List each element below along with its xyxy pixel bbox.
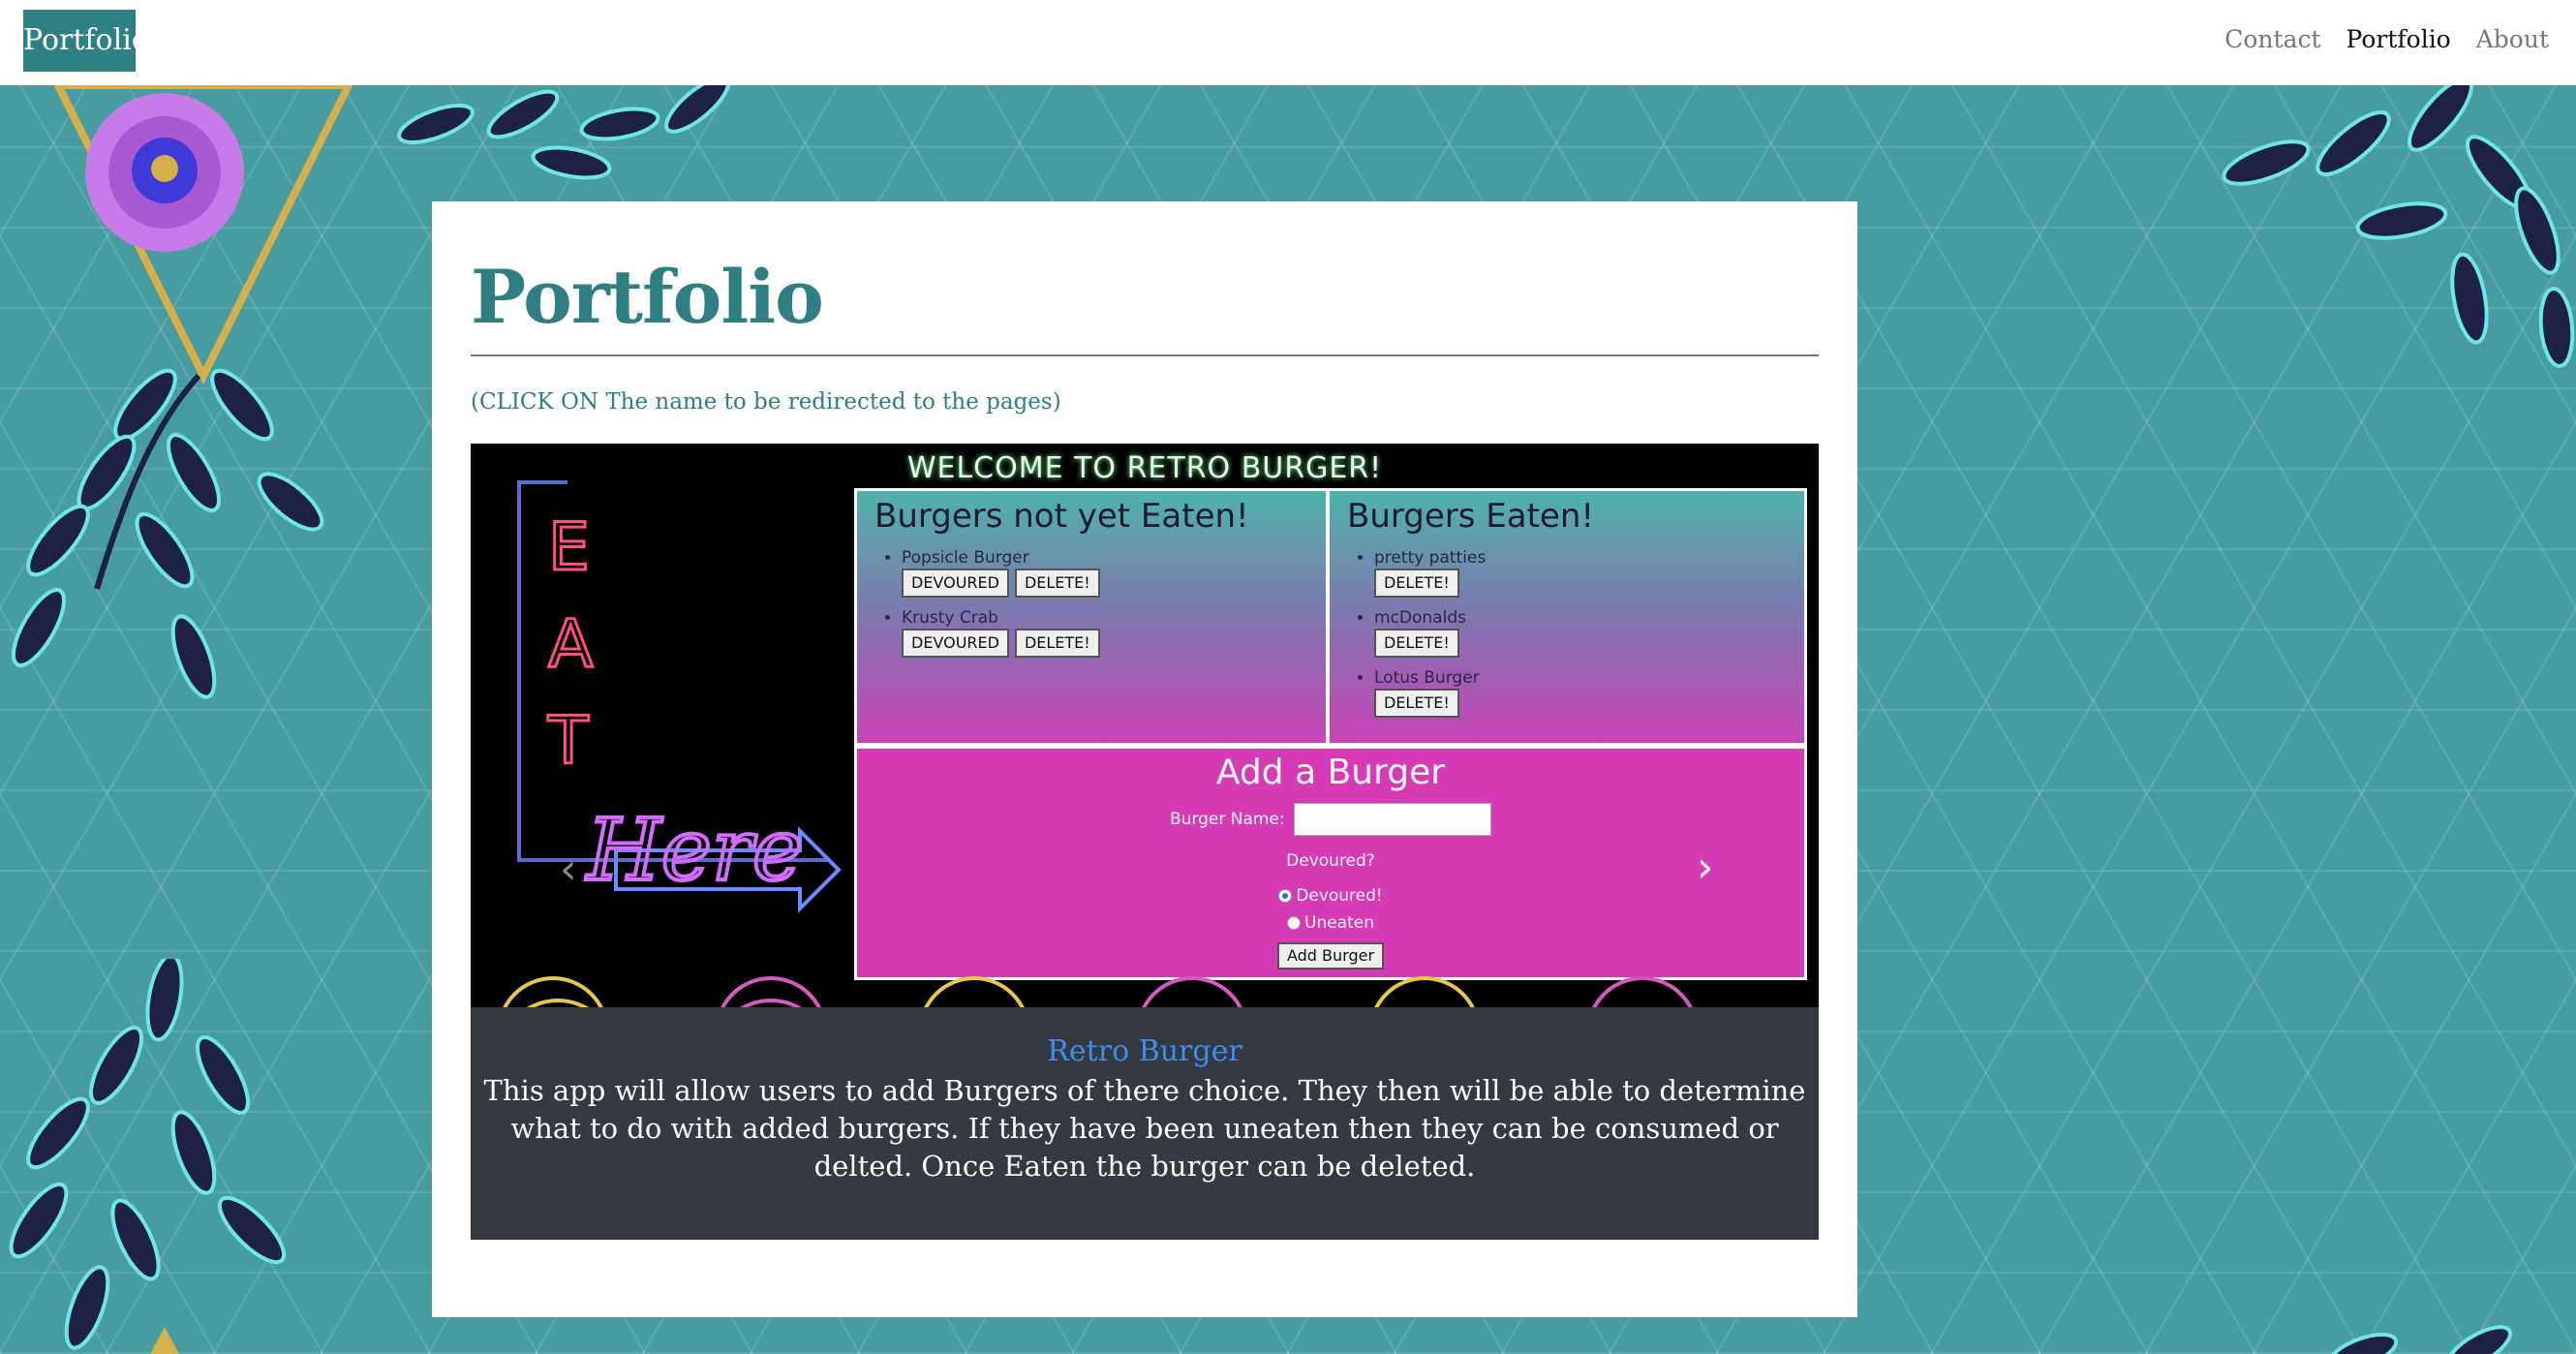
burger-name-row: Burger Name:	[857, 803, 1804, 836]
submit-row: Add Burger	[857, 942, 1804, 969]
delete-button[interactable]: DELETE!	[1374, 569, 1459, 598]
radio-devoured-label: Devoured!	[1296, 886, 1383, 906]
list-item: mcDonalds DELETE!	[1374, 607, 1486, 665]
add-burger-panel: Add a Burger Burger Name: Devoured? Devo…	[854, 746, 1807, 980]
page-title: Portfolio	[471, 254, 824, 340]
list-item: pretty patties DELETE!	[1374, 547, 1486, 605]
instructions-text: (CLICK ON The name to be redirected to t…	[471, 389, 1061, 415]
chevron-left-icon[interactable]: ‹	[560, 848, 577, 891]
list-item: Popsicle Burger DEVOURED DELETE!	[902, 547, 1100, 605]
radio-uneaten[interactable]	[1287, 916, 1301, 930]
project-description: This app will allow users to add Burgers…	[483, 1074, 1806, 1183]
neon-script-here: Here	[585, 800, 803, 900]
burger-name-label: Burger Name:	[1169, 810, 1285, 829]
list-item: Krusty Crab DEVOURED DELETE!	[902, 607, 1100, 665]
burger-name: Lotus Burger	[1374, 668, 1480, 688]
not-eaten-panel: Burgers not yet Eaten! Popsicle Burger D…	[854, 488, 1329, 746]
brand-logo-link[interactable]: Portfolio	[23, 10, 136, 72]
radio-devoured-row[interactable]: Devoured!	[857, 886, 1804, 906]
radio-uneaten-row[interactable]: Uneaten	[857, 913, 1804, 933]
devoured-question: Devoured?	[1286, 851, 1375, 871]
add-burger-button[interactable]: Add Burger	[1276, 942, 1385, 969]
top-navbar: Portfolio Contact Portfolio About	[0, 0, 2576, 85]
chevron-right-icon[interactable]: ›	[1697, 846, 1714, 889]
not-eaten-list: Popsicle Burger DEVOURED DELETE! Krusty …	[902, 547, 1100, 667]
burger-name: Popsicle Burger	[902, 548, 1029, 568]
leaf-decoration-top-left	[12, 85, 353, 699]
not-eaten-title: Burgers not yet Eaten!	[874, 497, 1249, 536]
nav-link-portfolio[interactable]: Portfolio	[2346, 25, 2451, 53]
leaf-decoration-bottom-left	[9, 959, 287, 1354]
leaf-decoration-top-center	[397, 85, 730, 180]
project-link-retro-burger[interactable]: Retro Burger	[1047, 1034, 1242, 1068]
neon-letter-e: E	[548, 509, 590, 586]
portfolio-card: Portfolio (CLICK ON The name to be redir…	[432, 201, 1857, 1317]
burger-name: mcDonalds	[1374, 608, 1466, 628]
delete-button[interactable]: DELETE!	[1374, 629, 1459, 658]
project-caption: Retro Burger This app will allow users t…	[471, 1007, 1819, 1240]
title-divider	[471, 354, 1819, 356]
burger-name: pretty patties	[1374, 548, 1487, 568]
devoured-button[interactable]: DEVOURED	[902, 569, 1009, 598]
neon-circles-decoration	[503, 976, 1693, 1007]
leaf-decoration-bottom-right	[2327, 1325, 2512, 1354]
burger-name: Krusty Crab	[902, 608, 998, 628]
neon-letter-t: T	[547, 703, 589, 780]
delete-button[interactable]: DELETE!	[1374, 689, 1459, 718]
radio-devoured[interactable]	[1278, 889, 1293, 903]
neon-letter-a: A	[548, 606, 594, 683]
leaf-decoration-top-right	[2222, 85, 2575, 368]
add-burger-title: Add a Burger	[1215, 753, 1446, 792]
neon-eat-here-sign: E A T Here	[517, 480, 842, 1007]
delete-button[interactable]: DELETE!	[1014, 629, 1100, 658]
project-carousel[interactable]: WELCOME TO RETRO BURGER! E A T Here Burg…	[471, 444, 1819, 1007]
nav-links: Contact Portfolio About	[2224, 25, 2549, 53]
nav-link-contact[interactable]: Contact	[2224, 25, 2320, 53]
list-item: Lotus Burger DELETE!	[1374, 667, 1486, 725]
eaten-panel: Burgers Eaten! pretty patties DELETE! mc…	[1327, 488, 1807, 746]
radio-uneaten-label: Uneaten	[1304, 913, 1374, 933]
eaten-title: Burgers Eaten!	[1347, 497, 1594, 536]
devoured-button[interactable]: DEVOURED	[902, 629, 1009, 658]
nav-link-about[interactable]: About	[2476, 25, 2549, 53]
delete-button[interactable]: DELETE!	[1014, 569, 1100, 598]
burger-name-input[interactable]	[1294, 803, 1492, 836]
eaten-list: pretty patties DELETE! mcDonalds DELETE!…	[1374, 547, 1486, 727]
